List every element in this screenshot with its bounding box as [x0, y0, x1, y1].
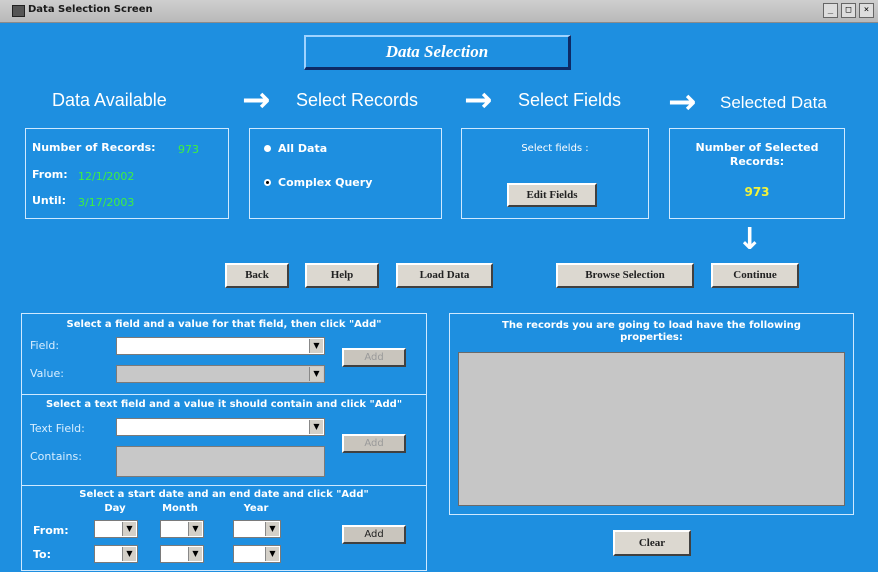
to-date-label: To: [33, 548, 51, 561]
contains-label: Contains: [30, 450, 82, 463]
properties-list[interactable] [458, 352, 845, 506]
right-arrow-icon: → [242, 80, 271, 120]
selected-records-label: Number of Selected Records: [695, 141, 819, 168]
all-data-label: All Data [278, 142, 328, 155]
down-arrow-icon: ↓ [737, 222, 763, 257]
heading-data-available: Data Available [52, 90, 167, 110]
records-count-label: Number of Records: [32, 141, 156, 154]
chevron-down-icon[interactable]: ▼ [309, 420, 323, 434]
selected-data-panel: Number of Selected Records: 973 [669, 128, 845, 219]
app-icon [12, 5, 25, 17]
title-bar: Data Selection Screen _ □ × [0, 0, 878, 23]
day-column-label: Day [104, 503, 126, 514]
properties-panel: The records you are going to load have t… [449, 313, 854, 515]
field-value-title: Select a field and a value for that fiel… [66, 319, 382, 330]
properties-title: The records you are going to load have t… [502, 320, 801, 343]
complex-query-option[interactable]: Complex Query [264, 176, 372, 189]
select-fields-prompt: Select fields : [521, 143, 589, 154]
add-field-value-button[interactable]: Add [342, 348, 406, 367]
year-column-label: Year [243, 503, 269, 514]
complex-query-radio[interactable] [264, 179, 271, 186]
value-combo[interactable]: ▼ [116, 365, 325, 383]
chevron-down-icon[interactable]: ▼ [309, 339, 323, 353]
add-date-range-button[interactable]: Add [342, 525, 406, 544]
from-year-select[interactable]: ▼ [233, 520, 281, 538]
help-button[interactable]: Help [305, 263, 379, 288]
to-day-select[interactable]: ▼ [94, 545, 138, 563]
divider [22, 394, 426, 395]
continue-button[interactable]: Continue [711, 263, 799, 288]
back-button[interactable]: Back [225, 263, 289, 288]
complex-query-label: Complex Query [278, 176, 373, 189]
heading-selected-data: Selected Data [720, 93, 827, 112]
text-field-label: Text Field: [30, 422, 85, 435]
until-date-value: 3/17/2003 [78, 196, 135, 209]
maximize-button[interactable]: □ [841, 3, 856, 18]
load-data-button[interactable]: Load Data [396, 263, 493, 288]
from-label: From: [32, 168, 68, 181]
browse-selection-button[interactable]: Browse Selection [556, 263, 694, 288]
all-data-radio[interactable] [264, 145, 271, 152]
select-records-panel: All Data Complex Query [249, 128, 442, 219]
month-column-label: Month [162, 503, 198, 514]
chevron-down-icon[interactable]: ▼ [188, 522, 202, 536]
text-field-title: Select a text field and a value it shoul… [45, 399, 403, 410]
value-label: Value: [30, 367, 64, 380]
selected-records-value: 973 [744, 185, 770, 199]
clear-button[interactable]: Clear [613, 530, 691, 556]
chevron-down-icon[interactable]: ▼ [188, 547, 202, 561]
text-field-combo[interactable]: ▼ [116, 418, 325, 436]
chevron-down-icon[interactable]: ▼ [122, 522, 136, 536]
all-data-option[interactable]: All Data [264, 142, 327, 155]
minimize-button[interactable]: _ [823, 3, 838, 18]
select-fields-panel: Select fields : Edit Fields [461, 128, 649, 219]
query-builder-panel: Select a field and a value for that fiel… [21, 313, 427, 571]
chevron-down-icon[interactable]: ▼ [122, 547, 136, 561]
data-selection-window: Data Selection Screen _ □ × Data Selecti… [0, 0, 878, 572]
records-count-value: 973 [178, 143, 199, 156]
add-text-field-button[interactable]: Add [342, 434, 406, 453]
data-available-panel: Number of Records: 973 From: 12/1/2002 U… [25, 128, 229, 219]
field-combo[interactable]: ▼ [116, 337, 325, 355]
right-arrow-icon: → [464, 80, 493, 120]
page-title: Data Selection [304, 35, 571, 70]
from-month-select[interactable]: ▼ [160, 520, 204, 538]
to-year-select[interactable]: ▼ [233, 545, 281, 563]
chevron-down-icon[interactable]: ▼ [265, 522, 279, 536]
heading-select-fields: Select Fields [518, 90, 622, 110]
close-button[interactable]: × [859, 3, 874, 18]
from-date-label: From: [33, 524, 69, 537]
from-day-select[interactable]: ▼ [94, 520, 138, 538]
edit-fields-button[interactable]: Edit Fields [507, 183, 597, 207]
right-arrow-icon: → [668, 82, 697, 122]
contains-input[interactable] [116, 446, 325, 477]
window-title: Data Selection Screen [28, 4, 153, 15]
to-month-select[interactable]: ▼ [160, 545, 204, 563]
heading-select-records: Select Records [296, 90, 419, 110]
chevron-down-icon[interactable]: ▼ [265, 547, 279, 561]
chevron-down-icon[interactable]: ▼ [309, 367, 323, 381]
date-range-title: Select a start date and an end date and … [79, 489, 369, 500]
from-date-value: 12/1/2002 [78, 170, 135, 183]
divider [22, 485, 426, 486]
field-label: Field: [30, 339, 60, 352]
until-label: Until: [32, 194, 66, 207]
